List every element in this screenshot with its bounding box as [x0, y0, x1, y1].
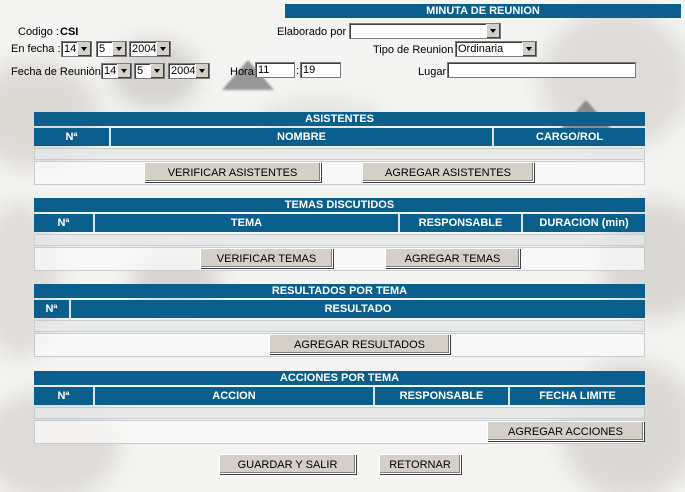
chevron-down-icon[interactable] — [77, 42, 91, 56]
en-fecha-year-select[interactable]: 2004 — [129, 41, 171, 57]
chevron-down-icon[interactable] — [112, 42, 126, 56]
hora-label: Hora: — [230, 66, 257, 78]
col-tema: TEMA — [95, 214, 400, 232]
fecha-reunion-year-select[interactable]: 2004 — [168, 63, 210, 79]
col-numero: Nª — [34, 300, 71, 318]
temas-header: Nª TEMA RESPONSABLE DURACION (min) — [34, 214, 645, 232]
col-nombre: NOMBRE — [111, 128, 494, 146]
codigo-label: Codigo : — [18, 26, 59, 38]
temas-title: TEMAS DISCUTIDOS — [34, 198, 645, 212]
page-title: MINUTA DE REUNION — [285, 4, 681, 18]
verificar-asistentes-button[interactable]: VERIFICAR ASISTENTES — [144, 162, 321, 182]
col-numero: Nª — [34, 214, 95, 232]
acciones-empty-row — [34, 407, 645, 419]
col-cargo-rol: CARGO/ROL — [494, 128, 645, 146]
asistentes-empty-row — [34, 148, 645, 160]
hora-minutes-input[interactable]: 19 — [300, 62, 341, 78]
en-fecha-label: En fecha : — [11, 43, 61, 55]
col-duracion: DURACION (min) — [523, 214, 645, 232]
col-resultado: RESULTADO — [71, 300, 645, 318]
lugar-input[interactable] — [447, 62, 636, 78]
acciones-title: ACCIONES POR TEMA — [34, 371, 645, 385]
col-responsable: RESPONSABLE — [375, 387, 510, 405]
hora-hours-input[interactable]: 11 — [255, 62, 295, 78]
acciones-header: Nª ACCION RESPONSABLE FECHA LIMITE — [34, 387, 645, 405]
asistentes-title: ASISTENTES — [34, 112, 645, 126]
asistentes-header: Nª NOMBRE CARGO/ROL — [34, 128, 645, 146]
resultados-header: Nª RESULTADO — [34, 300, 645, 318]
guardar-y-salir-button[interactable]: GUARDAR Y SALIR — [219, 454, 356, 474]
en-fecha-day-select[interactable]: 14 — [61, 41, 92, 57]
fecha-reunion-month-select[interactable]: 5 — [134, 63, 165, 79]
asistentes-panel: ASISTENTES Nª NOMBRE CARGO/ROL VERIFICAR… — [34, 112, 645, 185]
agregar-temas-button[interactable]: AGREGAR TEMAS — [385, 248, 520, 268]
resultados-title: RESULTADOS POR TEMA — [34, 284, 645, 298]
agregar-acciones-button[interactable]: AGREGAR ACCIONES — [487, 421, 644, 441]
chevron-down-icon[interactable] — [486, 24, 500, 38]
en-fecha-month-select[interactable]: 5 — [96, 41, 127, 57]
chevron-down-icon[interactable] — [195, 64, 209, 78]
fecha-reunion-label: Fecha de Reunión: — [11, 66, 104, 78]
col-numero: Nª — [34, 128, 111, 146]
tipo-label: Tipo de Reunion : — [373, 44, 460, 56]
tipo-select[interactable]: Ordinaria — [455, 41, 537, 57]
col-accion: ACCION — [95, 387, 375, 405]
resultados-panel: RESULTADOS POR TEMA Nª RESULTADO AGREGAR… — [34, 284, 645, 357]
col-numero: Nª — [34, 387, 95, 405]
resultados-empty-row — [34, 320, 645, 332]
temas-panel: TEMAS DISCUTIDOS Nª TEMA RESPONSABLE DUR… — [34, 198, 645, 271]
chevron-down-icon[interactable] — [156, 42, 170, 56]
agregar-asistentes-button[interactable]: AGREGAR ASISTENTES — [362, 162, 534, 182]
acciones-panel: ACCIONES POR TEMA Nª ACCION RESPONSABLE … — [34, 371, 645, 444]
fecha-reunion-day-select[interactable]: 14 — [101, 63, 132, 79]
hora-separator: : — [296, 65, 300, 77]
chevron-down-icon[interactable] — [522, 42, 536, 56]
lugar-label: Lugar: — [418, 66, 450, 78]
elaborado-select[interactable] — [349, 23, 501, 39]
col-fecha-limite: FECHA LIMITE — [510, 387, 645, 405]
chevron-down-icon[interactable] — [117, 64, 131, 78]
elaborado-label: Elaborado por : — [277, 26, 353, 38]
agregar-resultados-button[interactable]: AGREGAR RESULTADOS — [269, 334, 450, 354]
retornar-button[interactable]: RETORNAR — [379, 454, 461, 474]
codigo-value: CSI — [60, 26, 79, 38]
chevron-down-icon[interactable] — [150, 64, 164, 78]
col-responsable: RESPONSABLE — [400, 214, 523, 232]
temas-empty-row — [34, 234, 645, 246]
verificar-temas-button[interactable]: VERIFICAR TEMAS — [200, 248, 333, 268]
